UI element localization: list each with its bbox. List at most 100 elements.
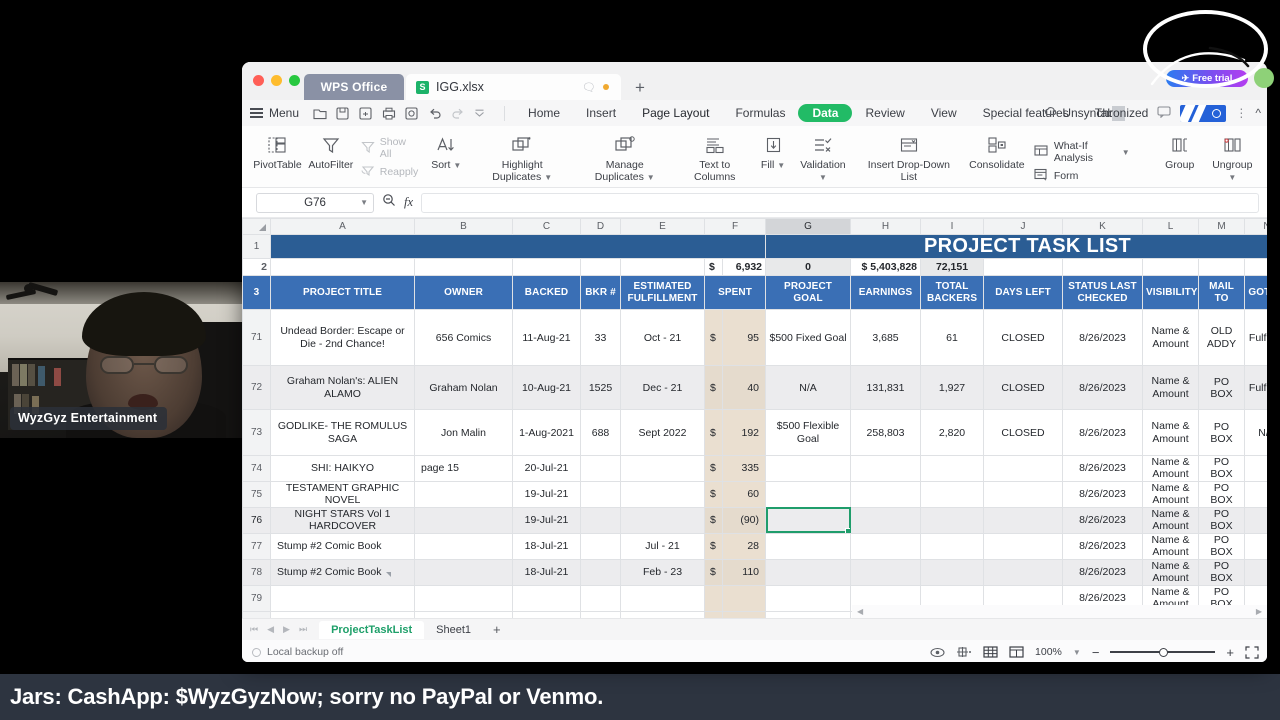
cell-checked[interactable]: 8/26/2023 [1062,506,1144,534]
cell-days-left[interactable] [983,455,1064,482]
cell-backers[interactable] [920,480,985,508]
col-header-N[interactable]: N [1244,218,1267,235]
cell-owner[interactable]: page 15 [414,455,513,482]
cell-mail-to[interactable]: PO BOX [1198,365,1246,410]
cell-backers[interactable]: 2,820 [920,409,985,456]
cell-backers[interactable] [920,506,985,534]
cell-bkr[interactable] [580,532,621,560]
cell-title[interactable]: NIGHT STARS Vol 1 HARDCOVER [270,506,415,534]
prev-sheet-icon[interactable]: ◀ [267,624,274,635]
scroll-track[interactable] [868,608,1251,615]
cell-backed[interactable]: 19-Jul-21 [512,506,581,534]
ribbon-tab-view[interactable]: View [918,104,970,122]
row-header-3[interactable]: 3 [242,275,271,310]
cell-visibility[interactable]: Name & Amount [1142,532,1200,560]
save-as-icon[interactable] [359,106,373,120]
chevron-down-icon[interactable]: ▼ [544,173,552,182]
row-header-74[interactable]: 74 [242,455,271,482]
col-header-I[interactable]: I [920,218,985,235]
cell-spent-symbol[interactable]: $ [704,558,723,586]
ribbon-button-insert-drop-down-list[interactable]: Insert Drop-Down List [854,132,964,183]
close-window-button[interactable] [253,75,264,86]
cell-fulfillment[interactable] [620,610,705,618]
cell-goal[interactable] [765,455,852,482]
cell-spent[interactable]: 95 [721,309,767,366]
col-header-F[interactable]: F [703,218,767,235]
cell-goal[interactable] [765,584,852,612]
cell-spent-symbol[interactable] [704,610,723,618]
chevron-down-icon[interactable]: ▼ [360,198,368,207]
row-header-72[interactable]: 72 [242,365,271,410]
cell-earnings[interactable]: 131,831 [850,365,922,410]
chevron-down-icon[interactable]: ▼ [647,173,655,182]
cell-spent[interactable]: (90) [721,506,767,534]
cell-spent-symbol[interactable]: $ [704,455,723,482]
table-row[interactable]: 71 Undead Border: Escape or Die - 2nd Ch… [242,309,1267,366]
cell-visibility[interactable]: Name & Amount [1142,558,1200,586]
normal-view-icon[interactable] [983,646,998,658]
row-header-78[interactable]: 78 [242,558,271,586]
cell-K2[interactable] [1062,258,1144,276]
cell-spent[interactable] [721,610,767,618]
cell-A2[interactable] [270,258,415,276]
cell-I2[interactable]: 72,151 [920,258,985,276]
chevron-down-icon[interactable]: ▼ [819,173,827,182]
ribbon-button-fill[interactable]: Fill ▼ [754,132,792,171]
ribbon-button-autofilter[interactable]: AutoFilter [305,132,357,171]
cell-spent[interactable] [721,584,767,612]
menu-button[interactable]: Menu [269,106,299,120]
col-header-A[interactable]: A [270,218,415,235]
cell-owner[interactable] [414,480,513,508]
row-header-75[interactable]: 75 [242,480,271,508]
ribbon-tab-data[interactable]: Data [798,104,853,122]
cell-got-it[interactable]: N/A [1244,409,1267,456]
cell-owner[interactable] [414,506,513,534]
col-header-E[interactable]: E [620,218,705,235]
cell-C2[interactable] [512,258,581,276]
cell-F2-dollar[interactable]: $ [704,258,723,276]
table-row[interactable]: 72 Graham Nolan's: ALIEN ALAMO Graham No… [242,365,1267,410]
collapse-ribbon-icon[interactable]: ^ [1255,106,1261,120]
first-sheet-icon[interactable]: ⏮ [250,624,258,635]
cell-title[interactable] [270,610,415,618]
print-icon[interactable] [382,107,396,120]
cell-backed[interactable] [512,610,581,618]
ribbon-button-sort[interactable]: Sort ▼ [422,132,470,171]
cell-bkr[interactable] [580,584,621,612]
cell-checked[interactable]: 8/26/2023 [1062,309,1144,366]
zoom-in-button[interactable]: + [1226,645,1234,660]
cell-visibility[interactable]: Name & Amount [1142,365,1200,410]
cell-mail-to[interactable]: PO BOX [1198,558,1246,586]
cell-spent-symbol[interactable]: $ [704,309,723,366]
ribbon-button-show-all[interactable]: Show All [361,136,419,160]
cell-owner[interactable] [414,584,513,612]
cell-days-left[interactable] [983,506,1064,534]
cell-days-left[interactable]: CLOSED [983,309,1064,366]
cell-backed[interactable]: 18-Jul-21 [512,558,581,586]
cell-goal[interactable] [765,558,852,586]
cell-backed[interactable]: 10-Aug-21 [512,365,581,410]
cell-spent[interactable]: 335 [721,455,767,482]
cell-spent-symbol[interactable]: $ [704,409,723,456]
cell-checked[interactable]: 8/26/2023 [1062,365,1144,410]
cell-bkr[interactable] [580,558,621,586]
cell-days-left[interactable] [983,558,1064,586]
ribbon-button-reapply[interactable]: Reapply [361,164,418,180]
cell-spent[interactable]: 28 [721,532,767,560]
cell-spent[interactable]: 60 [721,480,767,508]
cell-spent-symbol[interactable] [704,584,723,612]
cell-got-it[interactable]: Fulfilled [1244,309,1267,366]
cell-fulfillment[interactable]: Sept 2022 [620,409,705,456]
cell-backed[interactable]: 19-Jul-21 [512,480,581,508]
cell-backed[interactable]: 1-Aug-2021 [512,409,581,456]
cell-owner[interactable]: 656 Comics [414,309,513,366]
add-sheet-button[interactable]: + [483,622,511,637]
cell-title[interactable]: TESTAMENT GRAPHIC NOVEL [270,480,415,508]
sheet-tab-sheet1[interactable]: Sheet1 [424,621,483,639]
cell-mail-to[interactable]: OLD ADDY [1198,309,1246,366]
accessibility-icon[interactable] [956,646,972,658]
cell-got-it[interactable] [1244,455,1267,482]
cell-visibility[interactable]: Name & Amount [1142,480,1200,508]
tab-wps-office[interactable]: WPS Office [304,74,404,100]
ribbon-button-group[interactable]: Group [1156,132,1204,171]
